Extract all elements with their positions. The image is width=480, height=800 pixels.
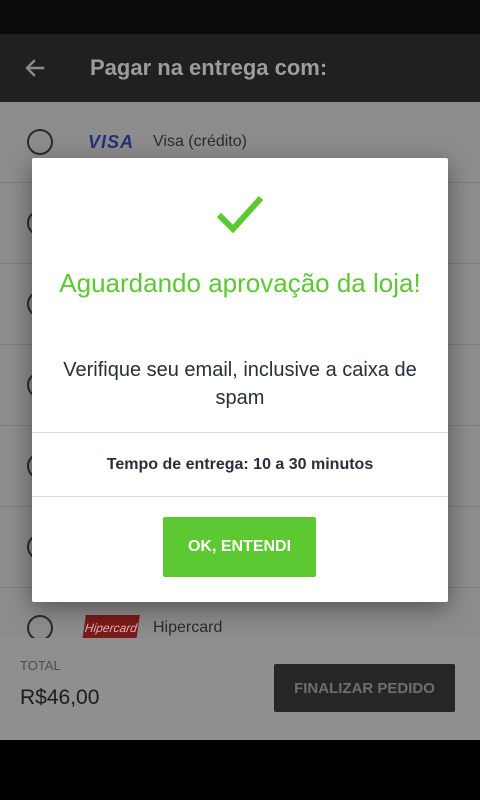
divider	[32, 496, 448, 497]
status-bar	[0, 0, 480, 34]
visa-logo: VISA	[83, 128, 139, 156]
total-label: TOTAL	[20, 658, 61, 673]
arrow-back-icon	[25, 59, 45, 77]
radio-button[interactable]	[27, 129, 53, 155]
delivery-time: Tempo de entrega: 10 a 30 minutos	[106, 456, 374, 473]
app-bar: Pagar na entrega com:	[0, 34, 480, 102]
divider	[32, 432, 448, 433]
ok-button[interactable]: OK, ENTENDI	[163, 517, 316, 577]
approval-dialog: Aguardando aprovação da loja! Verifique …	[32, 158, 448, 602]
hipercard-logo: Hipercard	[82, 614, 140, 638]
hipercard-logo-text: Hipercard	[82, 615, 140, 638]
payment-option-label: Hipercard	[153, 619, 223, 636]
payment-option-label: Visa (crédito)	[153, 133, 247, 150]
dialog-message: Verifique seu email, inclusive a caixa d…	[63, 359, 417, 409]
navigation-bar	[0, 740, 480, 800]
page-title: Pagar na entrega com:	[90, 55, 328, 80]
visa-logo-text: VISA	[87, 131, 134, 152]
finalize-order-button[interactable]: FINALIZAR PEDIDO	[274, 664, 455, 712]
dialog-title: Aguardando aprovação da loja!	[59, 268, 421, 298]
back-button[interactable]	[0, 34, 70, 102]
checkmark-icon	[216, 195, 264, 234]
radio-button[interactable]	[27, 615, 53, 638]
total-value: R$46,00	[20, 686, 100, 709]
checkout-footer: TOTAL R$46,00 FINALIZAR PEDIDO	[0, 638, 480, 740]
